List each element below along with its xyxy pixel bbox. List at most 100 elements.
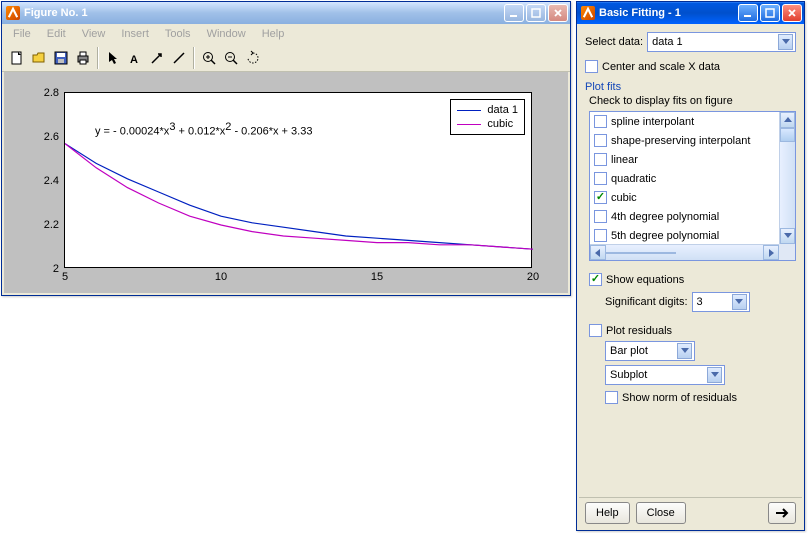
legend-label-cubic: cubic bbox=[487, 118, 513, 130]
fit-option-checkbox[interactable] bbox=[594, 134, 607, 147]
residual-place-value: Subplot bbox=[610, 369, 647, 381]
rotate-button[interactable] bbox=[242, 47, 264, 69]
menu-insert[interactable]: Insert bbox=[114, 26, 156, 42]
fit-option-checkbox[interactable] bbox=[594, 115, 607, 128]
scroll-down-icon[interactable] bbox=[780, 228, 795, 244]
x-tick-label: 20 bbox=[527, 267, 539, 283]
open-button[interactable] bbox=[28, 47, 50, 69]
significant-digits-value: 3 bbox=[697, 296, 703, 308]
line-button[interactable] bbox=[168, 47, 190, 69]
plot-residuals-checkbox[interactable] bbox=[589, 324, 602, 337]
menu-view[interactable]: View bbox=[75, 26, 113, 42]
fit-option-row[interactable]: quadratic bbox=[590, 169, 779, 188]
fitting-title: Basic Fitting - 1 bbox=[599, 7, 738, 19]
center-scale-label: Center and scale X data bbox=[602, 61, 720, 73]
residual-type-combo[interactable]: Bar plot bbox=[605, 341, 695, 361]
select-data-value: data 1 bbox=[652, 36, 683, 48]
fit-option-row[interactable]: 5th degree polynomial bbox=[590, 226, 779, 244]
axes[interactable]: y = - 0.00024*x3 + 0.012*x2 - 0.206*x + … bbox=[64, 92, 532, 268]
fit-option-label: 4th degree polynomial bbox=[611, 211, 719, 223]
fitting-titlebar[interactable]: Basic Fitting - 1 bbox=[577, 2, 804, 24]
residual-type-value: Bar plot bbox=[610, 345, 648, 357]
plot-fits-label: Plot fits bbox=[585, 81, 796, 93]
save-button[interactable] bbox=[50, 47, 72, 69]
fit-option-row[interactable]: cubic bbox=[590, 188, 779, 207]
print-button[interactable] bbox=[72, 47, 94, 69]
expand-arrow-button[interactable] bbox=[768, 502, 796, 524]
vertical-scrollbar[interactable] bbox=[779, 112, 795, 244]
center-scale-checkbox[interactable] bbox=[585, 60, 598, 73]
show-equations-checkbox[interactable] bbox=[589, 273, 602, 286]
menu-file[interactable]: File bbox=[6, 26, 38, 42]
y-tick-label: 2.6 bbox=[44, 131, 65, 143]
fit-option-checkbox[interactable] bbox=[594, 210, 607, 223]
menu-tools[interactable]: Tools bbox=[158, 26, 198, 42]
scroll-right-icon[interactable] bbox=[763, 245, 779, 260]
select-data-combo[interactable]: data 1 bbox=[647, 32, 796, 52]
fit-option-checkbox[interactable] bbox=[594, 153, 607, 166]
svg-text:A: A bbox=[130, 54, 138, 66]
plot-residuals-label: Plot residuals bbox=[606, 325, 672, 337]
check-display-label: Check to display fits on figure bbox=[589, 95, 796, 107]
matlab-icon bbox=[6, 6, 20, 20]
legend[interactable]: data 1 cubic bbox=[450, 99, 525, 135]
legend-label-data1: data 1 bbox=[487, 104, 518, 116]
y-tick-label: 2.8 bbox=[44, 87, 65, 99]
maximize-button[interactable] bbox=[526, 4, 546, 22]
minimize-button[interactable] bbox=[738, 4, 758, 22]
menu-edit[interactable]: Edit bbox=[40, 26, 73, 42]
scroll-up-icon[interactable] bbox=[780, 112, 795, 128]
minimize-button[interactable] bbox=[504, 4, 524, 22]
text-button[interactable]: A bbox=[124, 47, 146, 69]
chevron-down-icon bbox=[677, 343, 692, 359]
fit-option-checkbox[interactable] bbox=[594, 172, 607, 185]
fit-option-checkbox[interactable] bbox=[594, 191, 607, 204]
maximize-button[interactable] bbox=[760, 4, 780, 22]
fit-option-row[interactable]: 4th degree polynomial bbox=[590, 207, 779, 226]
fit-option-label: linear bbox=[611, 154, 638, 166]
scroll-left-icon[interactable] bbox=[590, 245, 606, 260]
significant-digits-label: Significant digits: bbox=[605, 296, 688, 308]
fit-option-label: spline interpolant bbox=[611, 116, 694, 128]
pointer-button[interactable] bbox=[102, 47, 124, 69]
fit-option-checkbox[interactable] bbox=[594, 229, 607, 242]
fit-option-row[interactable]: shape-preserving interpolant bbox=[590, 131, 779, 150]
select-data-label: Select data: bbox=[585, 36, 643, 48]
chevron-down-icon bbox=[732, 294, 747, 310]
help-button[interactable]: Help bbox=[585, 502, 630, 524]
matlab-icon bbox=[581, 6, 595, 20]
fit-option-label: cubic bbox=[611, 192, 637, 204]
scroll-corner bbox=[779, 244, 795, 260]
show-norm-checkbox[interactable] bbox=[605, 391, 618, 404]
horizontal-scrollbar[interactable] bbox=[590, 244, 779, 260]
significant-digits-combo[interactable]: 3 bbox=[692, 292, 750, 312]
scroll-thumb[interactable] bbox=[606, 252, 676, 254]
zoom-out-button[interactable] bbox=[220, 47, 242, 69]
figure-window: Figure No. 1 File Edit View Insert Tools… bbox=[1, 1, 571, 296]
fit-option-row[interactable]: spline interpolant bbox=[590, 112, 779, 131]
close-dialog-button[interactable]: Close bbox=[636, 502, 686, 524]
fit-options-list: spline interpolant shape-preserving inter… bbox=[589, 111, 796, 261]
y-tick-label: 2.4 bbox=[44, 175, 65, 187]
basic-fitting-window: Basic Fitting - 1 Select data: data 1 Ce… bbox=[576, 1, 805, 531]
zoom-in-button[interactable] bbox=[198, 47, 220, 69]
menubar: File Edit View Insert Tools Window Help bbox=[2, 24, 570, 44]
menu-window[interactable]: Window bbox=[200, 26, 253, 42]
x-tick-label: 10 bbox=[215, 267, 227, 283]
menu-help[interactable]: Help bbox=[255, 26, 292, 42]
equation-text: y = - 0.00024*x3 + 0.012*x2 - 0.206*x + … bbox=[95, 121, 312, 138]
arrow-button[interactable] bbox=[146, 47, 168, 69]
chevron-down-icon bbox=[778, 34, 793, 50]
x-tick-label: 5 bbox=[62, 267, 68, 283]
scroll-thumb[interactable] bbox=[780, 128, 795, 142]
figure-canvas-area: y = - 0.00024*x3 + 0.012*x2 - 0.206*x + … bbox=[4, 72, 568, 293]
figure-titlebar[interactable]: Figure No. 1 bbox=[2, 2, 570, 24]
figure-title: Figure No. 1 bbox=[24, 7, 504, 19]
y-tick-label: 2.2 bbox=[44, 219, 65, 231]
close-button[interactable] bbox=[782, 4, 802, 22]
new-figure-button[interactable] bbox=[6, 47, 28, 69]
fit-option-row[interactable]: linear bbox=[590, 150, 779, 169]
close-button[interactable] bbox=[548, 4, 568, 22]
residual-place-combo[interactable]: Subplot bbox=[605, 365, 725, 385]
legend-swatch-data1 bbox=[457, 110, 481, 111]
